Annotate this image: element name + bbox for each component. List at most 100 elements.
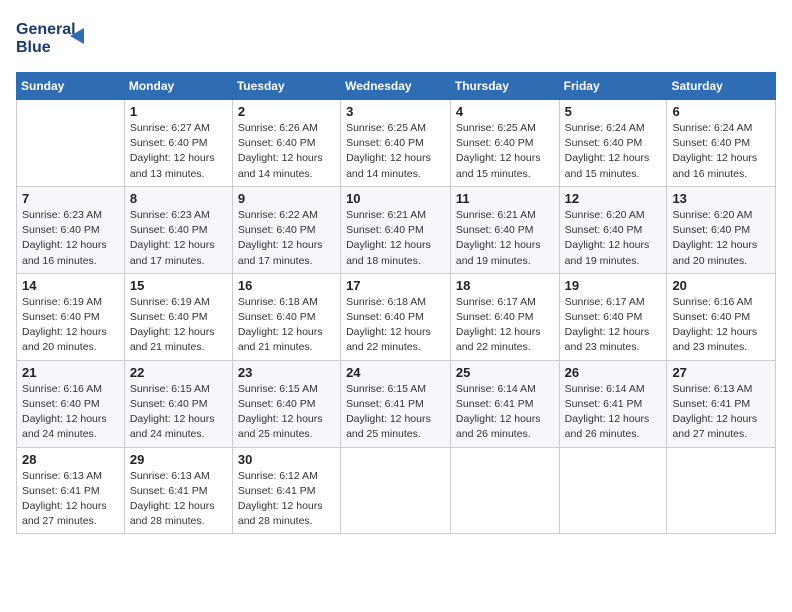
calendar-cell: 9Sunrise: 6:22 AM Sunset: 6:40 PM Daylig… [232,186,340,273]
calendar-cell: 14Sunrise: 6:19 AM Sunset: 6:40 PM Dayli… [17,273,125,360]
calendar-cell [17,100,125,187]
day-info: Sunrise: 6:17 AM Sunset: 6:40 PM Dayligh… [456,295,554,356]
day-info: Sunrise: 6:24 AM Sunset: 6:40 PM Dayligh… [672,121,770,182]
day-info: Sunrise: 6:21 AM Sunset: 6:40 PM Dayligh… [456,208,554,269]
calendar-table: SundayMondayTuesdayWednesdayThursdayFrid… [16,72,776,534]
weekday-header: Friday [559,73,667,100]
day-info: Sunrise: 6:27 AM Sunset: 6:40 PM Dayligh… [130,121,227,182]
calendar-week-row: 14Sunrise: 6:19 AM Sunset: 6:40 PM Dayli… [17,273,776,360]
day-info: Sunrise: 6:23 AM Sunset: 6:40 PM Dayligh… [130,208,227,269]
calendar-cell: 6 Sunrise: 6:24 AM Sunset: 6:40 PM Daylig… [667,100,776,187]
day-number: 29 [130,452,227,467]
weekday-header: Monday [124,73,232,100]
weekday-header: Tuesday [232,73,340,100]
day-number: 19 [565,278,662,293]
day-number: 21 [22,365,119,380]
day-info: Sunrise: 6:21 AM Sunset: 6:40 PM Dayligh… [346,208,445,269]
calendar-cell: 12 Sunrise: 6:20 AM Sunset: 6:40 PM Dayli… [559,186,667,273]
calendar-cell: 18 Sunrise: 6:17 AM Sunset: 6:40 PM Dayli… [450,273,559,360]
calendar-cell: 2Sunrise: 6:26 AM Sunset: 6:40 PM Daylig… [232,100,340,187]
day-number: 28 [22,452,119,467]
day-number: 5 [565,104,662,119]
calendar-week-row: 7 Sunrise: 6:23 AM Sunset: 6:40 PM Daylig… [17,186,776,273]
day-info: Sunrise: 6:13 AM Sunset: 6:41 PM Dayligh… [22,469,119,530]
calendar-cell: 1 Sunrise: 6:27 AM Sunset: 6:40 PM Daylig… [124,100,232,187]
calendar-cell: 25 Sunrise: 6:14 AM Sunset: 6:41 PM Dayli… [450,360,559,447]
day-number: 30 [238,452,335,467]
day-info: Sunrise: 6:22 AM Sunset: 6:40 PM Dayligh… [238,208,335,269]
day-info: Sunrise: 6:20 AM Sunset: 6:40 PM Dayligh… [565,208,662,269]
calendar-cell: 26 Sunrise: 6:14 AM Sunset: 6:41 PM Dayli… [559,360,667,447]
day-number: 10 [346,191,445,206]
day-number: 1 [130,104,227,119]
day-number: 16 [238,278,335,293]
day-info: Sunrise: 6:12 AM Sunset: 6:41 PM Dayligh… [238,469,335,530]
calendar-cell: 23 Sunrise: 6:15 AM Sunset: 6:40 PM Dayli… [232,360,340,447]
day-number: 24 [346,365,445,380]
day-number: 4 [456,104,554,119]
day-number: 18 [456,278,554,293]
day-number: 22 [130,365,227,380]
day-number: 17 [346,278,445,293]
day-info: Sunrise: 6:13 AM Sunset: 6:41 PM Dayligh… [672,382,770,443]
calendar-week-row: 21 Sunrise: 6:16 AM Sunset: 6:40 PM Dayli… [17,360,776,447]
calendar-cell: 17 Sunrise: 6:18 AM Sunset: 6:40 PM Dayli… [341,273,451,360]
day-info: Sunrise: 6:20 AM Sunset: 6:40 PM Dayligh… [672,208,770,269]
day-info: Sunrise: 6:16 AM Sunset: 6:40 PM Dayligh… [22,382,119,443]
calendar-cell: 16 Sunrise: 6:18 AM Sunset: 6:40 PM Dayli… [232,273,340,360]
calendar-cell: 27 Sunrise: 6:13 AM Sunset: 6:41 PM Dayli… [667,360,776,447]
day-info: Sunrise: 6:18 AM Sunset: 6:40 PM Dayligh… [346,295,445,356]
calendar-cell [559,447,667,534]
calendar-cell: 5 Sunrise: 6:24 AM Sunset: 6:40 PM Daylig… [559,100,667,187]
logo: GeneralBlue [16,16,96,60]
day-number: 20 [672,278,770,293]
calendar-body: 1 Sunrise: 6:27 AM Sunset: 6:40 PM Daylig… [17,100,776,534]
day-number: 27 [672,365,770,380]
weekday-header: Saturday [667,73,776,100]
day-number: 6 [672,104,770,119]
day-info: Sunrise: 6:13 AM Sunset: 6:41 PM Dayligh… [130,469,227,530]
weekday-header: Wednesday [341,73,451,100]
calendar-cell: 20 Sunrise: 6:16 AM Sunset: 6:40 PM Dayli… [667,273,776,360]
calendar-cell: 22Sunrise: 6:15 AM Sunset: 6:40 PM Dayli… [124,360,232,447]
calendar-week-row: 28 Sunrise: 6:13 AM Sunset: 6:41 PM Dayli… [17,447,776,534]
day-number: 25 [456,365,554,380]
day-info: Sunrise: 6:15 AM Sunset: 6:40 PM Dayligh… [238,382,335,443]
page-header: GeneralBlue [16,16,776,60]
calendar-cell: 10 Sunrise: 6:21 AM Sunset: 6:40 PM Dayli… [341,186,451,273]
day-number: 15 [130,278,227,293]
day-info: Sunrise: 6:14 AM Sunset: 6:41 PM Dayligh… [456,382,554,443]
weekday-header: Sunday [17,73,125,100]
calendar-cell: 21 Sunrise: 6:16 AM Sunset: 6:40 PM Dayli… [17,360,125,447]
svg-text:General: General [16,21,76,38]
day-info: Sunrise: 6:24 AM Sunset: 6:40 PM Dayligh… [565,121,662,182]
calendar-cell: 4 Sunrise: 6:25 AM Sunset: 6:40 PM Daylig… [450,100,559,187]
calendar-week-row: 1 Sunrise: 6:27 AM Sunset: 6:40 PM Daylig… [17,100,776,187]
day-number: 23 [238,365,335,380]
calendar-cell: 15Sunrise: 6:19 AM Sunset: 6:40 PM Dayli… [124,273,232,360]
calendar-cell: 24 Sunrise: 6:15 AM Sunset: 6:41 PM Dayli… [341,360,451,447]
day-number: 7 [22,191,119,206]
day-number: 8 [130,191,227,206]
logo-icon: GeneralBlue [16,16,96,60]
day-info: Sunrise: 6:23 AM Sunset: 6:40 PM Dayligh… [22,208,119,269]
day-number: 12 [565,191,662,206]
calendar-cell: 11 Sunrise: 6:21 AM Sunset: 6:40 PM Dayli… [450,186,559,273]
calendar-cell: 28 Sunrise: 6:13 AM Sunset: 6:41 PM Dayli… [17,447,125,534]
day-number: 2 [238,104,335,119]
calendar-cell [341,447,451,534]
calendar-cell: 29 Sunrise: 6:13 AM Sunset: 6:41 PM Dayli… [124,447,232,534]
day-info: Sunrise: 6:25 AM Sunset: 6:40 PM Dayligh… [456,121,554,182]
day-info: Sunrise: 6:16 AM Sunset: 6:40 PM Dayligh… [672,295,770,356]
calendar-cell: 19 Sunrise: 6:17 AM Sunset: 6:40 PM Dayli… [559,273,667,360]
day-info: Sunrise: 6:14 AM Sunset: 6:41 PM Dayligh… [565,382,662,443]
day-info: Sunrise: 6:19 AM Sunset: 6:40 PM Dayligh… [22,295,119,356]
day-info: Sunrise: 6:15 AM Sunset: 6:41 PM Dayligh… [346,382,445,443]
weekday-header: Thursday [450,73,559,100]
day-number: 11 [456,191,554,206]
calendar-cell: 7 Sunrise: 6:23 AM Sunset: 6:40 PM Daylig… [17,186,125,273]
day-info: Sunrise: 6:25 AM Sunset: 6:40 PM Dayligh… [346,121,445,182]
day-info: Sunrise: 6:18 AM Sunset: 6:40 PM Dayligh… [238,295,335,356]
day-number: 26 [565,365,662,380]
day-info: Sunrise: 6:17 AM Sunset: 6:40 PM Dayligh… [565,295,662,356]
